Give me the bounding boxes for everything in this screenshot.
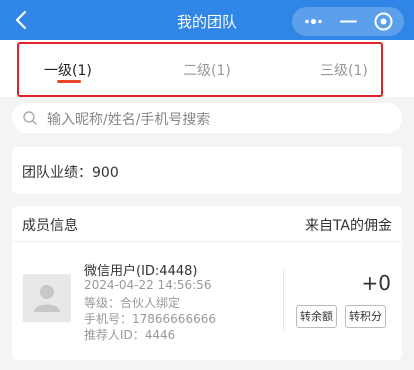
- more-dots-icon[interactable]: [302, 10, 325, 33]
- member-phone: 手机号：17866666666: [84, 312, 216, 326]
- tab-level-1[interactable]: 一级(1): [44, 60, 92, 80]
- members-header-label: 成员信息: [22, 218, 78, 234]
- member-datetime: 2024-04-22 14:56:56: [84, 278, 212, 292]
- team-performance-card: 团队业绩：900: [12, 147, 402, 194]
- member-name: 微信用户(ID:4448): [84, 264, 198, 279]
- divider: [12, 241, 402, 242]
- search-icon: [23, 111, 37, 125]
- team-performance-text: 团队业绩：900: [22, 165, 119, 181]
- tab-level-3[interactable]: 三级(1): [320, 60, 368, 80]
- members-card: 成员信息 来自TA的佣金 微信用户(ID:4448) 2024-04-22 14…: [12, 206, 402, 360]
- transfer-to-balance-button[interactable]: 转余额: [296, 305, 337, 328]
- avatar: [23, 274, 71, 322]
- commission-amount: +0: [361, 271, 391, 295]
- member-level: 等级：合伙人绑定: [84, 296, 181, 310]
- minus-icon[interactable]: [337, 10, 360, 33]
- member-divider: [283, 270, 284, 330]
- search-input[interactable]: 输入昵称/姓名/手机号搜索: [47, 109, 210, 129]
- commission-header-label: 来自TA的佣金: [304, 218, 392, 234]
- mini-program-capsule: [292, 7, 404, 36]
- tab-level-2[interactable]: 二级(1): [183, 60, 231, 80]
- level-tabs: 一级(1) 二级(1) 三级(1): [0, 40, 414, 97]
- top-navigation-bar: 我的团队: [0, 0, 414, 40]
- active-tab-indicator: [57, 80, 81, 83]
- member-referrer: 推荐人ID：4446: [84, 328, 176, 342]
- transfer-to-points-button[interactable]: 转积分: [345, 305, 386, 328]
- search-bar[interactable]: 输入昵称/姓名/手机号搜索: [12, 103, 402, 133]
- close-circle-icon[interactable]: [372, 10, 395, 33]
